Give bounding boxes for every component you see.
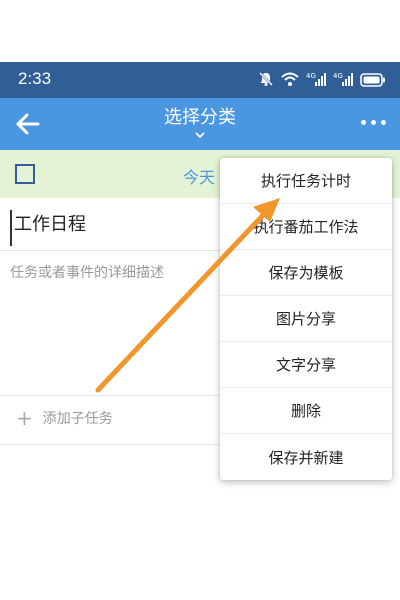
status-icons: 4G 4G (258, 71, 386, 91)
wifi-icon (281, 71, 299, 91)
chevron-down-icon (195, 132, 205, 139)
status-time: 2:33 (18, 69, 52, 88)
signal-4g-icon: 4G (333, 71, 353, 91)
status-bar: 2:33 4G 4G (0, 62, 400, 98)
mute-icon (258, 71, 274, 91)
more-horizontal-icon (371, 120, 376, 125)
divider (0, 250, 220, 251)
task-description-input[interactable]: 任务或者事件的详细描述 (10, 262, 220, 286)
task-title-input[interactable]: 工作日程 (10, 210, 220, 246)
back-button[interactable] (14, 110, 42, 138)
add-subtask-button[interactable]: + 添加子任务 (16, 408, 113, 428)
add-subtask-label: 添加子任务 (42, 411, 113, 427)
menu-item-save-as-template[interactable]: 保存为模板 (220, 250, 392, 296)
menu-item-delete[interactable]: 删除 (220, 388, 392, 434)
svg-text:4G: 4G (306, 72, 316, 80)
plus-icon: + (16, 406, 33, 430)
due-date-label[interactable]: 今天 (183, 164, 215, 188)
more-options-button[interactable] (361, 120, 386, 125)
more-horizontal-icon (361, 120, 366, 125)
task-complete-checkbox[interactable] (15, 164, 35, 184)
signal-4g-icon: 4G (306, 71, 326, 91)
more-horizontal-icon (381, 120, 386, 125)
divider (0, 444, 220, 445)
arrow-left-icon (16, 113, 40, 135)
menu-item-start-timer[interactable]: 执行任务计时 (220, 158, 392, 204)
top-blank-area (0, 0, 400, 62)
category-selector[interactable]: 选择分类 (140, 106, 260, 140)
page-title: 选择分类 (164, 107, 236, 128)
menu-item-pomodoro[interactable]: 执行番茄工作法 (220, 204, 392, 250)
menu-item-share-image[interactable]: 图片分享 (220, 296, 392, 342)
overflow-menu: 执行任务计时 执行番茄工作法 保存为模板 图片分享 文字分享 删除 保存并新建 (220, 158, 392, 480)
battery-icon (360, 72, 386, 91)
menu-item-save-and-new[interactable]: 保存并新建 (220, 434, 392, 480)
svg-text:4G: 4G (333, 72, 343, 80)
app-bar: 选择分类 (0, 98, 400, 150)
menu-item-share-text[interactable]: 文字分享 (220, 342, 392, 388)
divider (0, 395, 220, 396)
